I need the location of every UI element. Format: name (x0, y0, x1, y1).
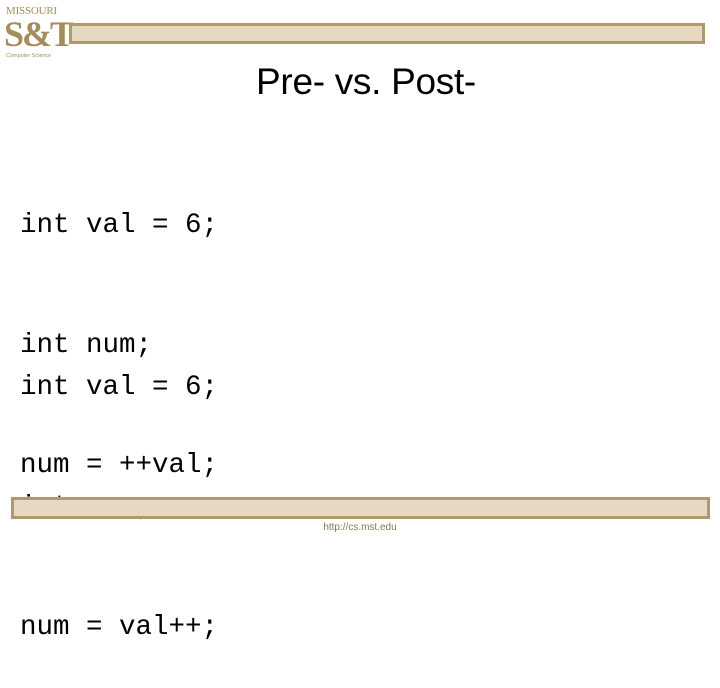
code-line: int val = 6; (20, 210, 219, 241)
code-line: int val = 6; (20, 372, 219, 403)
footer-url: http://cs.mst.edu (323, 522, 397, 533)
missouri-st-logo: MISSOURI S&T Computer Science (4, 3, 74, 63)
code-line: num = val++; (20, 612, 219, 643)
code-block-post-increment: int val = 6; int num; num = val++; (20, 288, 218, 688)
logo-st-text: S&T (4, 14, 74, 54)
slide-title: Pre- vs. Post- (256, 61, 476, 102)
footer-decorative-bar (11, 497, 710, 519)
header-decorative-bar (69, 23, 705, 44)
